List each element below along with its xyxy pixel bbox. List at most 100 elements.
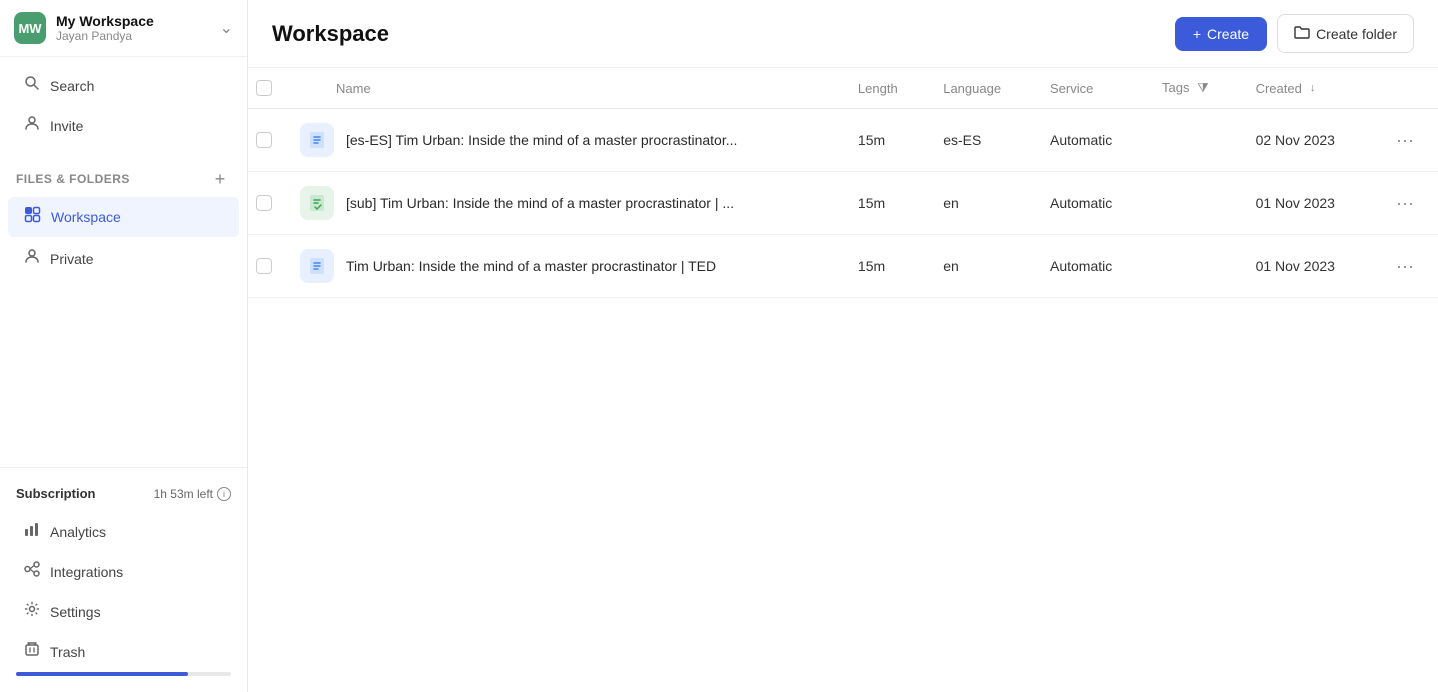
table-row: Tim Urban: Inside the mind of a master p…	[248, 235, 1438, 298]
tags-column-header: Tags ⧩	[1146, 68, 1240, 109]
folder-icon	[1294, 24, 1310, 43]
info-icon[interactable]: i	[217, 487, 231, 501]
sidebar-item-private[interactable]: Private	[8, 239, 239, 278]
sidebar-item-invite[interactable]: Invite	[8, 106, 239, 145]
sidebar-item-search[interactable]: Search	[8, 66, 239, 105]
top-nav: Search Invite	[0, 57, 247, 154]
create-plus-icon: +	[1193, 26, 1201, 42]
analytics-label: Analytics	[50, 524, 106, 540]
subscription-time: 1h 53m left i	[154, 487, 231, 501]
workspace-name-label: My Workspace	[56, 13, 220, 29]
workspace-info: My Workspace Jayan Pandya	[56, 13, 220, 43]
integrations-label: Integrations	[50, 564, 123, 580]
search-icon	[24, 75, 40, 96]
create-folder-button[interactable]: Create folder	[1277, 14, 1414, 53]
row-checkbox-2[interactable]	[256, 258, 272, 274]
row-service-cell: Automatic	[1034, 172, 1146, 235]
subscription-label: Subscription	[16, 486, 95, 501]
row-created-cell: 01 Nov 2023	[1240, 172, 1372, 235]
row-name-cell: [es-ES] Tim Urban: Inside the mind of a …	[284, 109, 842, 172]
file-name: Tim Urban: Inside the mind of a master p…	[346, 258, 716, 274]
row-more-button[interactable]: ···	[1388, 126, 1422, 155]
sidebar-bottom: Subscription 1h 53m left i Analytics Int…	[0, 467, 247, 692]
row-more-button[interactable]: ···	[1388, 189, 1422, 218]
select-all-checkbox[interactable]	[256, 80, 272, 96]
row-actions-cell: ···	[1372, 109, 1438, 172]
private-icon	[24, 248, 40, 269]
row-checkbox-cell	[248, 109, 284, 172]
page-title: Workspace	[272, 21, 389, 47]
row-actions-cell: ···	[1372, 235, 1438, 298]
service-column-header: Service	[1034, 68, 1146, 109]
table-row: [es-ES] Tim Urban: Inside the mind of a …	[248, 109, 1438, 172]
subscription-box: Subscription 1h 53m left i	[0, 476, 247, 511]
sidebar-item-trash[interactable]: Trash	[8, 632, 239, 671]
created-column-header[interactable]: Created ↓	[1240, 68, 1372, 109]
add-folder-button[interactable]: +	[209, 168, 231, 190]
file-name: [sub] Tim Urban: Inside the mind of a ma…	[346, 195, 734, 211]
row-created-cell: 02 Nov 2023	[1240, 109, 1372, 172]
row-checkbox-cell	[248, 235, 284, 298]
sidebar-item-settings[interactable]: Settings	[8, 592, 239, 631]
select-all-header	[248, 68, 284, 109]
invite-icon	[24, 115, 40, 136]
row-language-cell: es-ES	[927, 109, 1034, 172]
table-header-row: Name Length Language Service Tags ⧩	[248, 68, 1438, 109]
chevron-down-icon: ⌄	[220, 18, 233, 38]
file-icon	[300, 123, 334, 157]
create-label: Create	[1207, 26, 1249, 42]
create-button[interactable]: + Create	[1175, 17, 1267, 51]
row-language-cell: en	[927, 235, 1034, 298]
create-folder-label: Create folder	[1316, 26, 1397, 42]
actions-column-header	[1372, 68, 1438, 109]
sort-desc-icon: ↓	[1310, 82, 1316, 94]
row-service-cell: Automatic	[1034, 235, 1146, 298]
analytics-icon	[24, 521, 40, 542]
row-checkbox-0[interactable]	[256, 132, 272, 148]
file-name: [es-ES] Tim Urban: Inside the mind of a …	[346, 132, 737, 148]
search-label: Search	[50, 78, 94, 94]
files-folders-section: Files & Folders +	[0, 154, 247, 196]
integrations-icon	[24, 561, 40, 582]
workspace-icon	[24, 206, 41, 228]
row-language-cell: en	[927, 172, 1034, 235]
workspace-avatar: MW	[14, 12, 46, 44]
trash-label: Trash	[50, 644, 85, 660]
row-tags-cell	[1146, 172, 1240, 235]
storage-progress	[0, 672, 247, 684]
row-length-cell: 15m	[842, 109, 927, 172]
files-folders-title: Files & Folders	[16, 172, 130, 186]
sidebar-item-integrations[interactable]: Integrations	[8, 552, 239, 591]
files-table: Name Length Language Service Tags ⧩	[248, 68, 1438, 298]
main-content: Workspace + Create Create folder	[248, 0, 1438, 692]
header-actions: + Create Create folder	[1175, 14, 1414, 53]
workspace-switcher[interactable]: MW My Workspace Jayan Pandya ⌄	[0, 0, 247, 57]
name-column-header: Name	[284, 68, 842, 109]
settings-label: Settings	[50, 604, 101, 620]
row-length-cell: 15m	[842, 235, 927, 298]
main-header: Workspace + Create Create folder	[248, 0, 1438, 68]
file-icon	[300, 249, 334, 283]
row-name-cell: Tim Urban: Inside the mind of a master p…	[284, 235, 842, 298]
private-nav-label: Private	[50, 251, 94, 267]
row-length-cell: 15m	[842, 172, 927, 235]
sidebar-item-analytics[interactable]: Analytics	[8, 512, 239, 551]
row-checkbox-cell	[248, 172, 284, 235]
row-checkbox-1[interactable]	[256, 195, 272, 211]
file-icon	[300, 186, 334, 220]
workspace-user-label: Jayan Pandya	[56, 29, 220, 43]
sidebar-item-workspace[interactable]: Workspace	[8, 197, 239, 237]
table-row: [sub] Tim Urban: Inside the mind of a ma…	[248, 172, 1438, 235]
length-column-header: Length	[842, 68, 927, 109]
row-service-cell: Automatic	[1034, 109, 1146, 172]
sidebar: MW My Workspace Jayan Pandya ⌄ Search In…	[0, 0, 248, 692]
row-tags-cell	[1146, 109, 1240, 172]
row-actions-cell: ···	[1372, 172, 1438, 235]
row-created-cell: 01 Nov 2023	[1240, 235, 1372, 298]
row-name-cell: [sub] Tim Urban: Inside the mind of a ma…	[284, 172, 842, 235]
row-more-button[interactable]: ···	[1388, 252, 1422, 281]
tags-filter-icon[interactable]: ⧩	[1197, 80, 1209, 95]
row-tags-cell	[1146, 235, 1240, 298]
trash-icon	[24, 641, 40, 662]
settings-icon	[24, 601, 40, 622]
